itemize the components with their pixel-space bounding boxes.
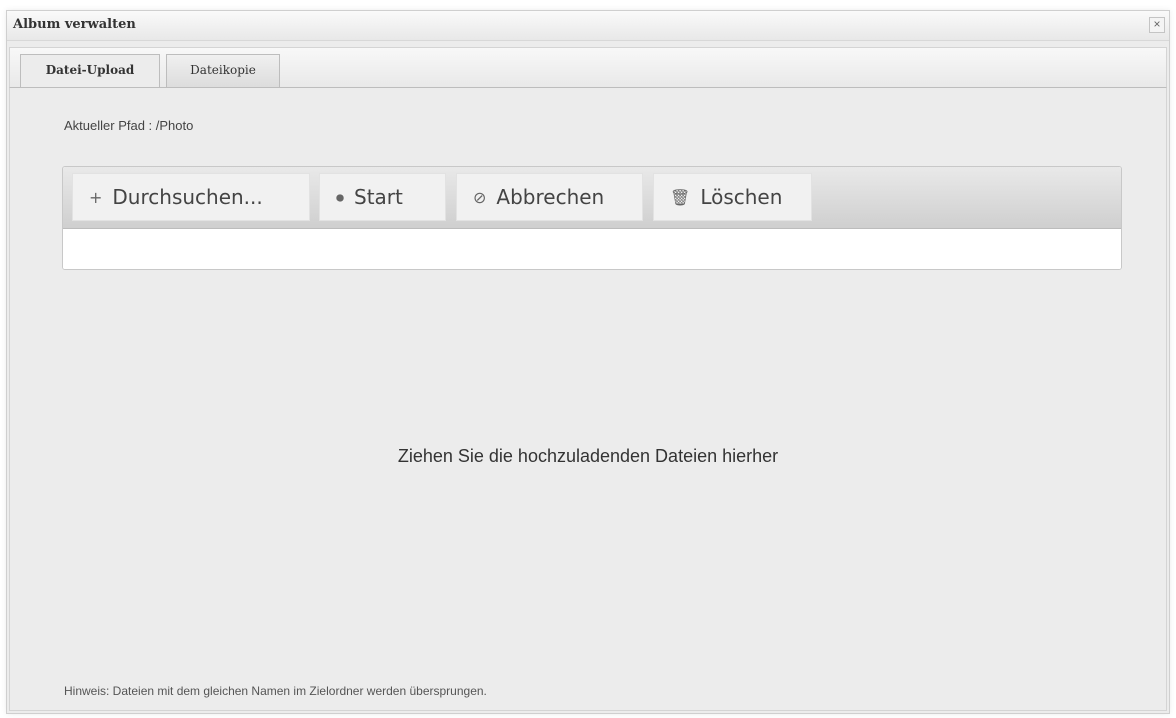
browse-button[interactable]: + Durchsuchen... — [72, 173, 310, 221]
dialog-title: Album verwalten — [13, 17, 136, 32]
delete-button-label: Löschen — [700, 185, 783, 209]
close-icon: × — [1153, 17, 1161, 31]
close-button[interactable]: × — [1149, 17, 1165, 33]
hint-text: Hinweis: Dateien mit dem gleichen Namen … — [64, 684, 487, 698]
delete-button[interactable]: 🗑 Löschen — [653, 173, 812, 221]
upload-content: Aktueller Pfad : /Photo + Durchsuchen... … — [9, 87, 1167, 711]
tab-label: Dateikopie — [190, 63, 256, 77]
record-icon: ⏺ — [336, 188, 345, 207]
cancel-button-label: Abbrechen — [496, 185, 605, 209]
tab-label: Datei-Upload — [45, 63, 135, 77]
dropzone-text: Ziehen Sie die hochzuladenden Dateien hi… — [397, 446, 779, 466]
plus-icon: + — [89, 188, 103, 207]
current-path-label: Aktueller Pfad : /Photo — [64, 118, 194, 133]
start-button[interactable]: ⏺ Start — [319, 173, 446, 221]
tab-bar: Datei-Upload Dateikopie — [9, 47, 1167, 89]
tab-datei-upload[interactable]: Datei-Upload — [20, 54, 160, 89]
file-list — [63, 229, 1121, 269]
trash-icon: 🗑 — [670, 188, 691, 207]
dialog-titlebar: Album verwalten × — [7, 11, 1169, 41]
start-button-label: Start — [354, 185, 403, 209]
album-dialog: Album verwalten × Datei-Upload Dateikopi… — [6, 10, 1170, 714]
upload-toolbar: + Durchsuchen... ⏺ Start ⊘ Abbrechen 🗑 Lösch… — [63, 167, 1121, 229]
cancel-icon: ⊘ — [473, 188, 487, 207]
upload-panel: + Durchsuchen... ⏺ Start ⊘ Abbrechen 🗑 Lösch… — [62, 166, 1122, 270]
browse-button-label: Durchsuchen... — [112, 185, 263, 209]
tab-dateikopie[interactable]: Dateikopie — [166, 54, 280, 88]
cancel-button[interactable]: ⊘ Abbrechen — [456, 173, 643, 221]
